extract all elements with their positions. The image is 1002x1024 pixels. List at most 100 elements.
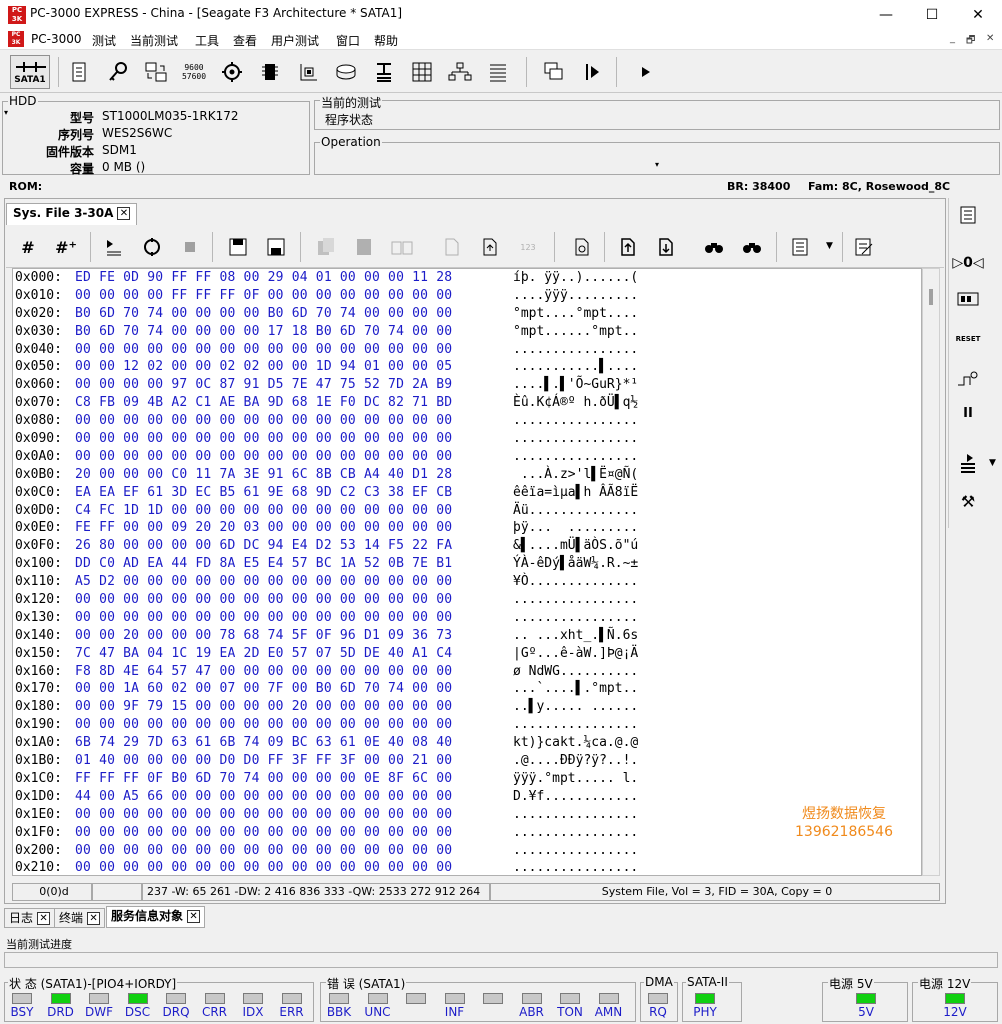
close-button[interactable]: ✕ [958, 2, 998, 28]
scroll-list-icon[interactable] [786, 232, 814, 262]
hex-row[interactable]: 0x060: 00 00 00 00 97 0C 87 91 D5 7E 47 7… [13, 376, 921, 394]
paste-icon[interactable] [350, 232, 378, 262]
menu-help[interactable]: 帮助 [374, 32, 398, 49]
hex-row[interactable]: 0x080: 00 00 00 00 00 00 00 00 00 00 00 0… [13, 412, 921, 430]
operation-dropdown-icon[interactable]: ▾ [655, 160, 659, 169]
mdi-minimize-button[interactable]: _ [950, 33, 955, 44]
save-as-icon[interactable] [262, 232, 290, 262]
side-tools-icon[interactable]: ⚒ [953, 488, 983, 514]
hex-row[interactable]: 0x130: 00 00 00 00 00 00 00 00 00 00 00 0… [13, 609, 921, 627]
copy-icon[interactable] [312, 232, 340, 262]
hex-row[interactable]: 0x1B0: 01 40 00 00 00 00 D0 D0 FF 3F FF 3… [13, 752, 921, 770]
hex-row[interactable]: 0x140: 00 00 20 00 00 00 78 68 74 5F 0F 9… [13, 627, 921, 645]
tab-log[interactable]: 日志 ✕ [4, 908, 56, 928]
menu-window[interactable]: 窗口 [336, 32, 360, 49]
tab-close-button[interactable]: ✕ [117, 207, 131, 220]
hex-row[interactable]: 0x090: 00 00 00 00 00 00 00 00 00 00 00 0… [13, 430, 921, 448]
hex-row[interactable]: 0x040: 00 00 00 00 00 00 00 00 00 00 00 0… [13, 341, 921, 359]
key-icon[interactable] [104, 57, 132, 87]
play-icon[interactable] [632, 57, 660, 87]
hex-row[interactable]: 0x070: C8 FB 09 4B A2 C1 AE BA 9D 68 1E F… [13, 394, 921, 412]
hex-row[interactable]: 0x020: B0 6D 70 74 00 00 00 00 B0 6D 70 7… [13, 305, 921, 323]
scroll-icon[interactable] [66, 57, 94, 87]
hex-row[interactable]: 0x1F0: 00 00 00 00 00 00 00 00 00 00 00 0… [13, 824, 921, 842]
menu-tools[interactable]: 工具 [195, 32, 219, 49]
list-icon[interactable] [484, 57, 512, 87]
tab-sys-file[interactable]: Sys. File 3-30A ✕ [6, 203, 138, 225]
hex-row[interactable]: 0x110: A5 D2 00 00 00 00 00 00 00 00 00 0… [13, 573, 921, 591]
tab-log-close[interactable]: ✕ [37, 912, 51, 925]
page-up-icon[interactable] [476, 232, 504, 262]
down-arrow-list-icon[interactable] [100, 232, 128, 262]
hex-row[interactable]: 0x170: 00 00 1A 60 02 00 07 00 7F 00 B0 6… [13, 680, 921, 698]
mdi-app-icon[interactable]: PC 3K [8, 31, 24, 47]
tree-icon[interactable] [446, 57, 474, 87]
hex-row[interactable]: 0x180: 00 00 9F 79 15 00 00 00 00 20 00 0… [13, 698, 921, 716]
refresh-gear-icon[interactable] [138, 232, 166, 262]
mdi-restore-button[interactable]: 🗗 [966, 33, 975, 50]
hex-row[interactable]: 0x1A0: 6B 74 29 7D 63 61 6B 74 09 BC 63 6… [13, 734, 921, 752]
hex-row[interactable]: 0x0D0: C4 FC 1D 1D 00 00 00 00 00 00 00 0… [13, 502, 921, 520]
gear-icon[interactable] [218, 57, 246, 87]
side-signal-icon[interactable] [953, 366, 983, 392]
hex-row[interactable]: 0x190: 00 00 00 00 00 00 00 00 00 00 00 0… [13, 716, 921, 734]
windows-icon[interactable] [540, 57, 568, 87]
menu-pc3000[interactable]: PC-3000 [31, 32, 81, 46]
disk-icon[interactable] [332, 57, 360, 87]
hex-row[interactable]: 0x100: DD C0 AD EA 44 FD 8A E5 E4 57 BC 1… [13, 555, 921, 573]
baud-rate-icon[interactable]: 9600 57600 [180, 57, 208, 87]
menu-test[interactable]: 测试 [92, 32, 116, 49]
tab-terminal[interactable]: 终端 ✕ [54, 908, 106, 928]
hex-row[interactable]: 0x1D0: 44 00 A5 66 00 00 00 00 00 00 00 0… [13, 788, 921, 806]
run-icon[interactable] [578, 57, 606, 87]
first-page-icon[interactable] [614, 232, 642, 262]
hdd-collapse-icon[interactable]: ▾ [4, 108, 8, 117]
side-reset-icon[interactable]: RESET [953, 326, 983, 352]
stop-icon[interactable] [176, 232, 204, 262]
next-page-icon[interactable] [652, 232, 680, 262]
edit-document-icon[interactable] [850, 232, 878, 262]
hex-row[interactable]: 0x0E0: FE FF 00 00 09 20 20 03 00 00 00 0… [13, 519, 921, 537]
tab-service-info[interactable]: 服务信息对象 ✕ [106, 906, 206, 928]
maximize-button[interactable]: ☐ [912, 2, 952, 28]
hex-row[interactable]: 0x000: ED FE 0D 90 FF FF 08 00 29 04 01 0… [13, 269, 921, 287]
head-icon[interactable] [370, 57, 398, 87]
find-next-icon[interactable] [738, 232, 766, 262]
hex-row[interactable]: 0x1C0: FF FF FF 0F B0 6D 70 74 00 00 00 0… [13, 770, 921, 788]
hex-row[interactable]: 0x160: F8 8D 4E 64 57 47 00 00 00 00 00 0… [13, 663, 921, 681]
page-refresh-icon[interactable] [568, 232, 596, 262]
hex-row[interactable]: 0x120: 00 00 00 00 00 00 00 00 00 00 00 0… [13, 591, 921, 609]
hex-row[interactable]: 0x200: 00 00 00 00 00 00 00 00 00 00 00 0… [13, 842, 921, 860]
sata-port-button[interactable]: SATA1 [10, 55, 50, 89]
find-icon[interactable] [700, 232, 728, 262]
transfer-icon[interactable] [142, 57, 170, 87]
save-icon[interactable] [224, 232, 252, 262]
hex-row[interactable]: 0x0B0: 20 00 00 00 C0 11 7A 3E 91 6C 8B C… [13, 466, 921, 484]
hex-row[interactable]: 0x150: 7C 47 BA 04 1C 19 EA 2D E0 57 07 5… [13, 645, 921, 663]
hex-vertical-scrollbar[interactable] [922, 268, 940, 876]
chip-icon[interactable] [256, 57, 284, 87]
hex-row[interactable]: 0x0A0: 00 00 00 00 00 00 00 00 00 00 00 0… [13, 448, 921, 466]
scrollbar-thumb[interactable] [929, 289, 933, 305]
side-pause-icon[interactable]: II [953, 400, 983, 426]
side-dropdown-icon[interactable]: ▼ [989, 458, 996, 468]
minimize-button[interactable]: — [866, 2, 906, 28]
compare-icon[interactable] [388, 232, 416, 262]
hex-row[interactable]: 0x050: 00 00 12 02 00 00 02 02 00 00 1D 9… [13, 358, 921, 376]
menu-current-test[interactable]: 当前测试 [130, 32, 178, 49]
hex-row[interactable]: 0x1E0: 00 00 00 00 00 00 00 00 00 00 00 0… [13, 806, 921, 824]
menu-view[interactable]: 查看 [233, 32, 257, 49]
grid-icon[interactable] [408, 57, 436, 87]
side-scroll-icon[interactable] [953, 202, 983, 228]
numeric-page-icon[interactable]: 123 [514, 232, 542, 262]
tab-terminal-close[interactable]: ✕ [87, 912, 101, 925]
hex-row[interactable]: 0x010: 00 00 00 00 FF FF FF 0F 00 00 00 0… [13, 287, 921, 305]
side-run-icon[interactable] [953, 450, 983, 476]
mdi-close-button[interactable]: ✕ [986, 33, 994, 44]
side-board-icon[interactable] [953, 286, 983, 312]
hex-row[interactable]: 0x0F0: 26 80 00 00 00 00 6D DC 94 E4 D2 5… [13, 537, 921, 555]
hex-grid-icon[interactable]: # [14, 232, 42, 262]
menu-user-test[interactable]: 用户测试 [271, 32, 319, 49]
hex-row[interactable]: 0x210: 00 00 00 00 00 00 00 00 00 00 00 0… [13, 859, 921, 875]
dropdown-chevron-icon[interactable]: ▼ [826, 241, 833, 251]
